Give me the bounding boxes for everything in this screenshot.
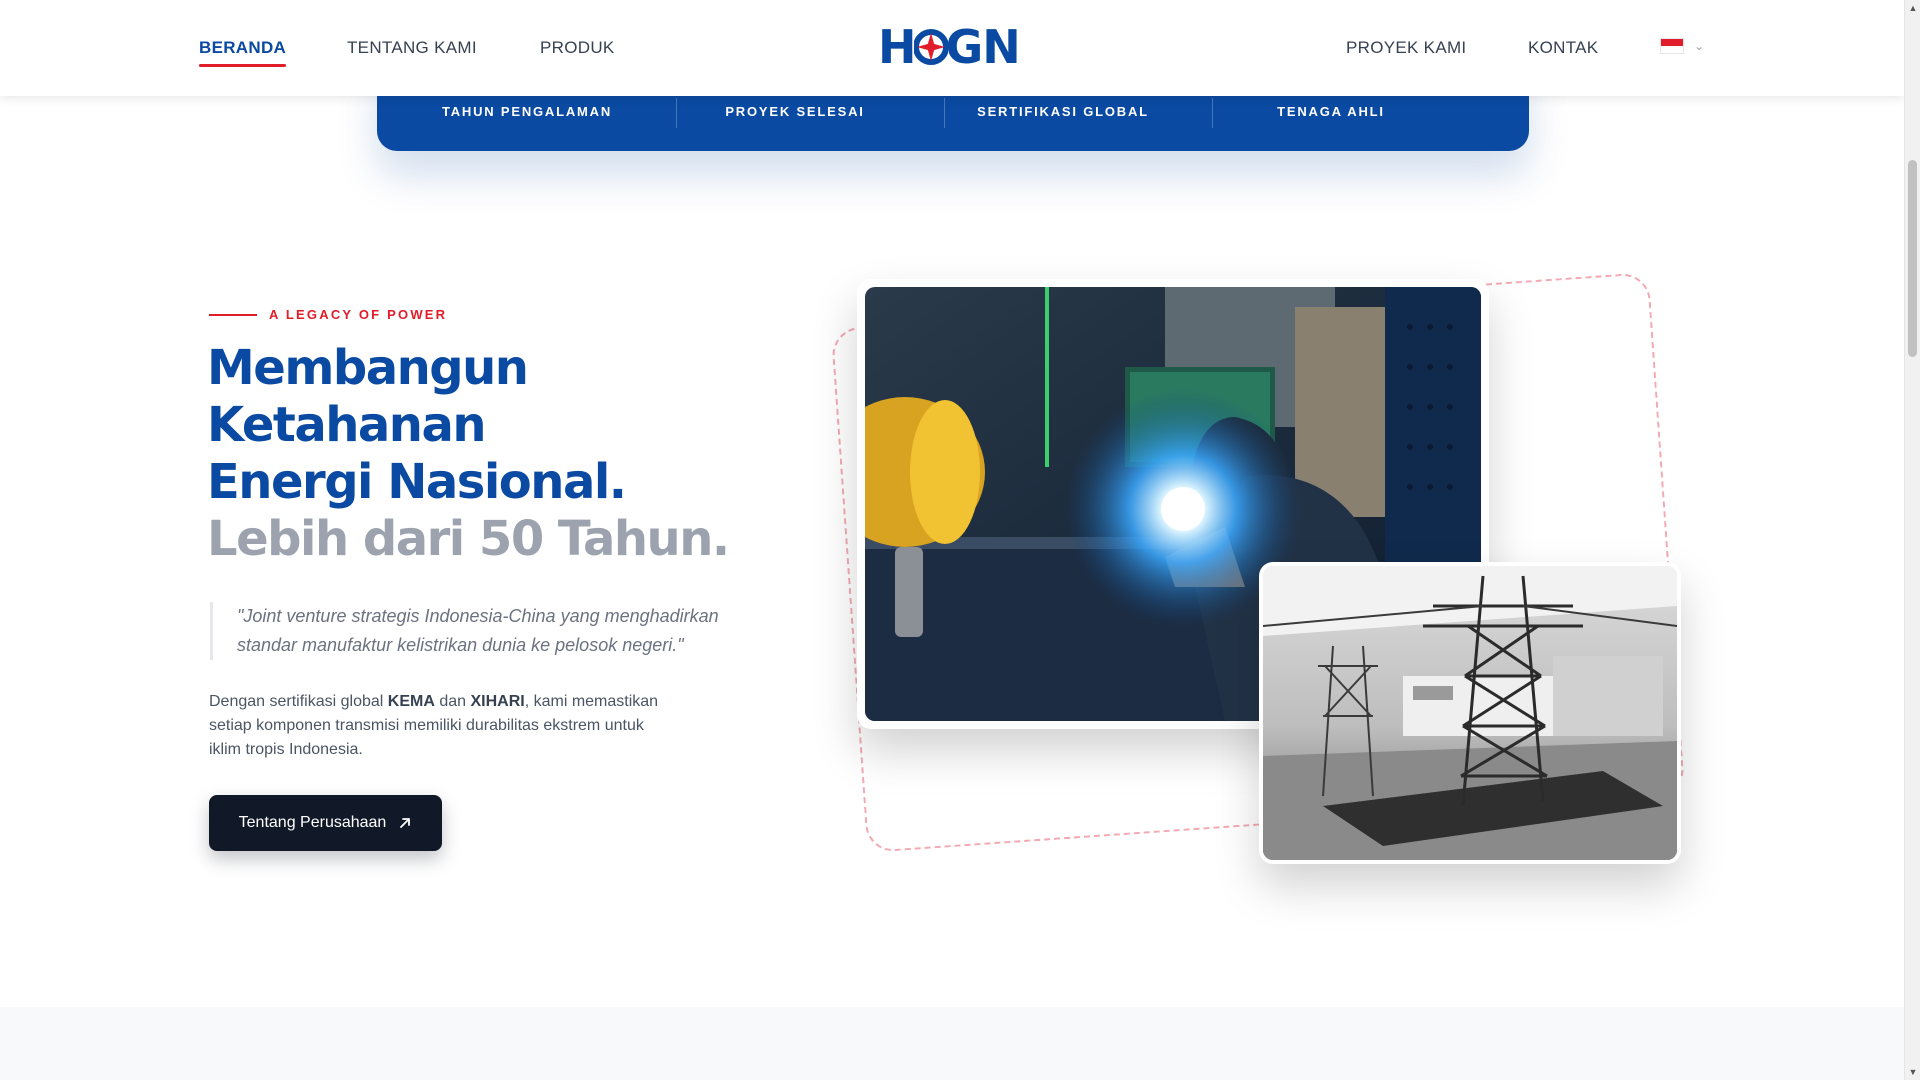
language-selector[interactable]: ⌄ xyxy=(1660,38,1704,54)
headline-line-3: Energi Nasional. xyxy=(207,454,627,510)
stat-label-projects: PROYEK SELESAI xyxy=(725,104,865,119)
desc-text: Dengan sertifikasi global xyxy=(209,693,388,710)
about-company-label: Tentang Perusahaan xyxy=(238,814,387,831)
logo-letter-h: H xyxy=(878,20,916,74)
chevron-down-icon: ⌄ xyxy=(1694,39,1705,53)
headline-line-2: Ketahanan xyxy=(207,397,487,453)
site-header: BERANDA TENTANG KAMI PRODUK H GN PROYEK … xyxy=(0,0,1904,96)
eyebrow-text: A LEGACY OF POWER xyxy=(269,307,448,322)
logo-star-icon xyxy=(913,29,948,65)
desc-xihari: XIHARI xyxy=(470,693,525,710)
nav-tentang-kami[interactable]: TENTANG KAMI xyxy=(347,38,477,58)
hero-headline: Membangun Ketahanan Energi Nasional. Leb… xyxy=(207,340,730,568)
eyebrow-line xyxy=(209,313,257,316)
hero-quote: "Joint venture strategis Indonesia-China… xyxy=(210,602,770,660)
nav-produk[interactable]: PRODUK xyxy=(540,38,615,58)
desc-kema: KEMA xyxy=(387,693,435,710)
transmission-tower-model-photo xyxy=(1263,566,1677,860)
tower-model-photo-frame xyxy=(1259,562,1681,864)
stat-label-years: TAHUN PENGALAMAN xyxy=(441,104,613,119)
section-eyebrow: A LEGACY OF POWER xyxy=(209,307,447,322)
scroll-up-arrow-icon[interactable]: ▲ xyxy=(1905,0,1920,16)
logo-letters-gn: GN xyxy=(945,20,1021,74)
desc-text: dan xyxy=(434,693,471,710)
page-scrollbar[interactable]: ▲ ▼ xyxy=(1904,0,1920,1080)
arrow-up-right-icon xyxy=(400,818,411,828)
next-section-background xyxy=(0,1007,1904,1080)
scrollbar-thumb[interactable] xyxy=(1908,160,1917,357)
scroll-down-arrow-icon[interactable]: ▼ xyxy=(1905,1064,1920,1080)
headline-line-4: Lebih dari 50 Tahun. xyxy=(207,511,730,567)
indonesia-flag-icon xyxy=(1660,38,1684,54)
nav-kontak[interactable]: KONTAK xyxy=(1528,38,1598,58)
nav-proyek-kami[interactable]: PROYEK KAMI xyxy=(1346,38,1466,58)
about-company-button[interactable]: Tentang Perusahaan xyxy=(209,795,442,851)
headline-line-1: Membangun xyxy=(207,340,529,396)
hero-description: Dengan sertifikasi global KEMA dan XIHAR… xyxy=(209,690,679,762)
nav-beranda[interactable]: BERANDA xyxy=(199,38,287,67)
stat-label-certifications: SERTIFIKASI GLOBAL xyxy=(977,104,1149,119)
stat-label-experts: TENAGA AHLI xyxy=(1277,104,1385,119)
brand-logo[interactable]: H GN xyxy=(878,24,1028,70)
